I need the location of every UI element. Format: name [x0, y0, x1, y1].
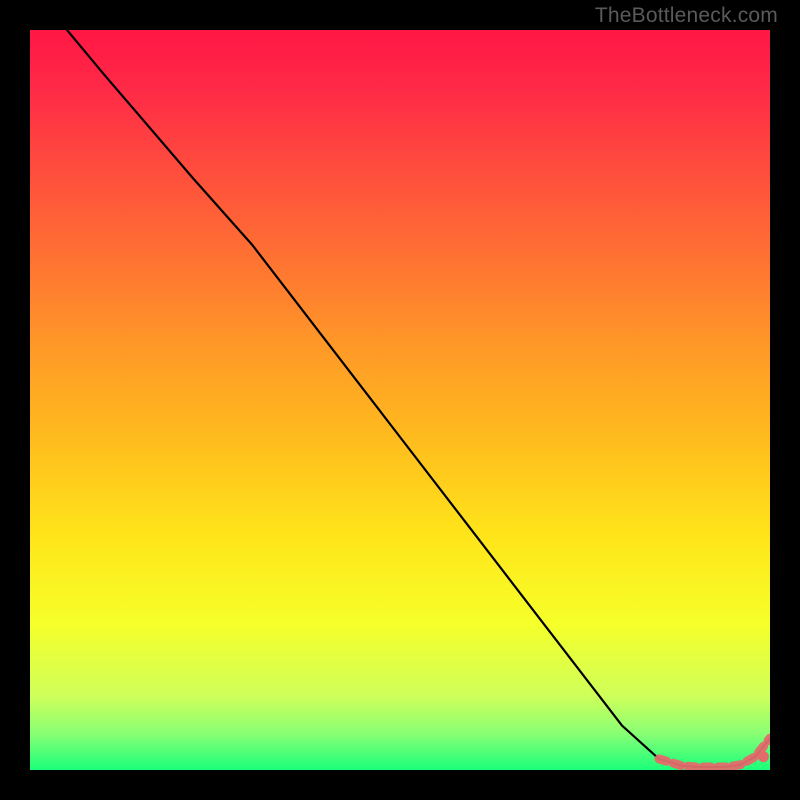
marker-end-dot	[758, 751, 769, 762]
chart-frame: TheBottleneck.com	[0, 0, 800, 800]
gradient-rect	[30, 30, 770, 770]
watermark-text: TheBottleneck.com	[595, 4, 778, 28]
plot-area	[30, 30, 770, 770]
plot-svg	[30, 30, 770, 770]
